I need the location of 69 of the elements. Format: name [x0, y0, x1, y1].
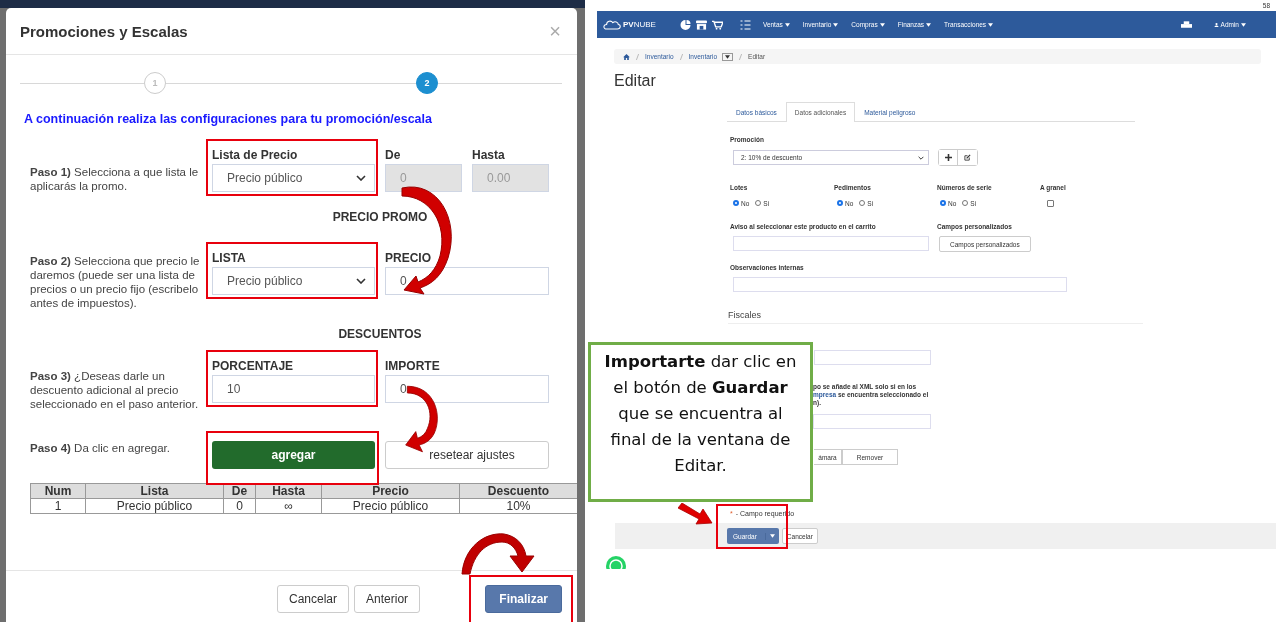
page-title: Editar: [614, 72, 657, 90]
step-instruction: Paso 4) Da clic en agregar.: [30, 441, 171, 455]
table-cell: 1: [30, 498, 86, 514]
home-icon[interactable]: [623, 53, 630, 60]
input-field[interactable]: [733, 236, 929, 251]
section-heading: DESCUENTOS: [338, 327, 422, 341]
column-header: Lista: [85, 483, 224, 499]
cloud-icon: [603, 19, 621, 30]
field-label: IMPORTE: [385, 359, 441, 375]
price-list-select[interactable]: Precio público: [212, 164, 375, 192]
table-cell: ∞: [255, 498, 322, 514]
step-instruction: Paso 2) Selecciona que precio le daremos (puede ser una lista de precios o un precio fijo (escribelo antes de impuestos).: [30, 254, 201, 310]
field-label: De: [385, 148, 402, 164]
column-header: Precio: [321, 483, 460, 499]
section-heading: Fiscales: [728, 310, 761, 320]
step-instruction: Paso 3) ¿Deseas darle un descuento adicional al precio seleccionado en el paso anterior.: [30, 369, 200, 411]
callout-text: Importarte dar clic en el botón de Guardar que se encuentra al final de la ventana de Editar.: [603, 351, 798, 477]
footer-button[interactable]: Anterior: [354, 585, 421, 613]
radio-button[interactable]: [837, 200, 843, 206]
pie-chart-icon[interactable]: [679, 19, 691, 30]
field-label: LISTA: [212, 251, 247, 267]
table-cell: 10%: [459, 498, 577, 514]
caret-icon: [833, 22, 839, 27]
column-header: Num: [30, 483, 86, 499]
list-icon[interactable]: [739, 19, 751, 30]
input-field[interactable]: 0: [385, 375, 549, 403]
footer-button[interactable]: Finalizar: [485, 585, 562, 613]
radio-button[interactable]: [733, 200, 739, 206]
price-list-select[interactable]: Precio público: [212, 267, 375, 295]
input-field[interactable]: 10: [212, 375, 375, 403]
printer-icon[interactable]: [1180, 19, 1192, 30]
caret-icon: [1241, 22, 1246, 27]
cart-icon[interactable]: [711, 19, 723, 30]
logo-text: PVNUBE: [623, 20, 656, 29]
dropdown-button[interactable]: [722, 52, 734, 61]
input-field[interactable]: [813, 414, 931, 429]
input-field[interactable]: 0: [385, 267, 549, 295]
add-button[interactable]: agregar: [212, 441, 375, 469]
step-instruction: Paso 1) Selecciona a que lista le aplicarás la promo.: [30, 165, 200, 193]
checkbox[interactable]: [1047, 199, 1054, 207]
field-label: PRECIO: [385, 251, 432, 267]
store-icon[interactable]: [695, 19, 707, 30]
caret-icon: [988, 22, 994, 27]
input-field[interactable]: [733, 277, 1067, 292]
field-label: Hasta: [472, 148, 506, 164]
add-icon[interactable]: [939, 150, 958, 165]
chevron-icon: [918, 155, 924, 160]
step-indicator[interactable]: 2: [416, 72, 438, 94]
field-label: PORCENTAJE: [212, 359, 295, 375]
table-cell: 0: [223, 498, 256, 514]
column-header: Descuento: [459, 483, 577, 499]
chevron-icon: [356, 175, 366, 181]
footer-button[interactable]: Cancelar: [277, 585, 350, 613]
chevron-icon: [356, 278, 366, 284]
user-icon: [1213, 22, 1219, 27]
table-cell: Precio público: [85, 498, 224, 514]
radio-button[interactable]: [940, 200, 946, 206]
reset-button[interactable]: resetear ajustes: [385, 441, 549, 469]
caret-icon: [784, 22, 790, 27]
table-cell: Precio público: [321, 498, 460, 514]
pointer-arrow: [678, 503, 713, 525]
field-label: Lista de Precio: [212, 148, 299, 164]
input-field[interactable]: [814, 350, 931, 365]
intro-text: A continuación realiza las configuraciones para tu promoción/escala: [24, 112, 433, 126]
caret-icon: [879, 22, 885, 27]
caret-icon: [926, 22, 932, 27]
section-heading: PRECIO PROMO: [332, 210, 428, 224]
caret-icon: [769, 534, 775, 538]
modal-title: Promociones y Escalas: [20, 22, 188, 40]
